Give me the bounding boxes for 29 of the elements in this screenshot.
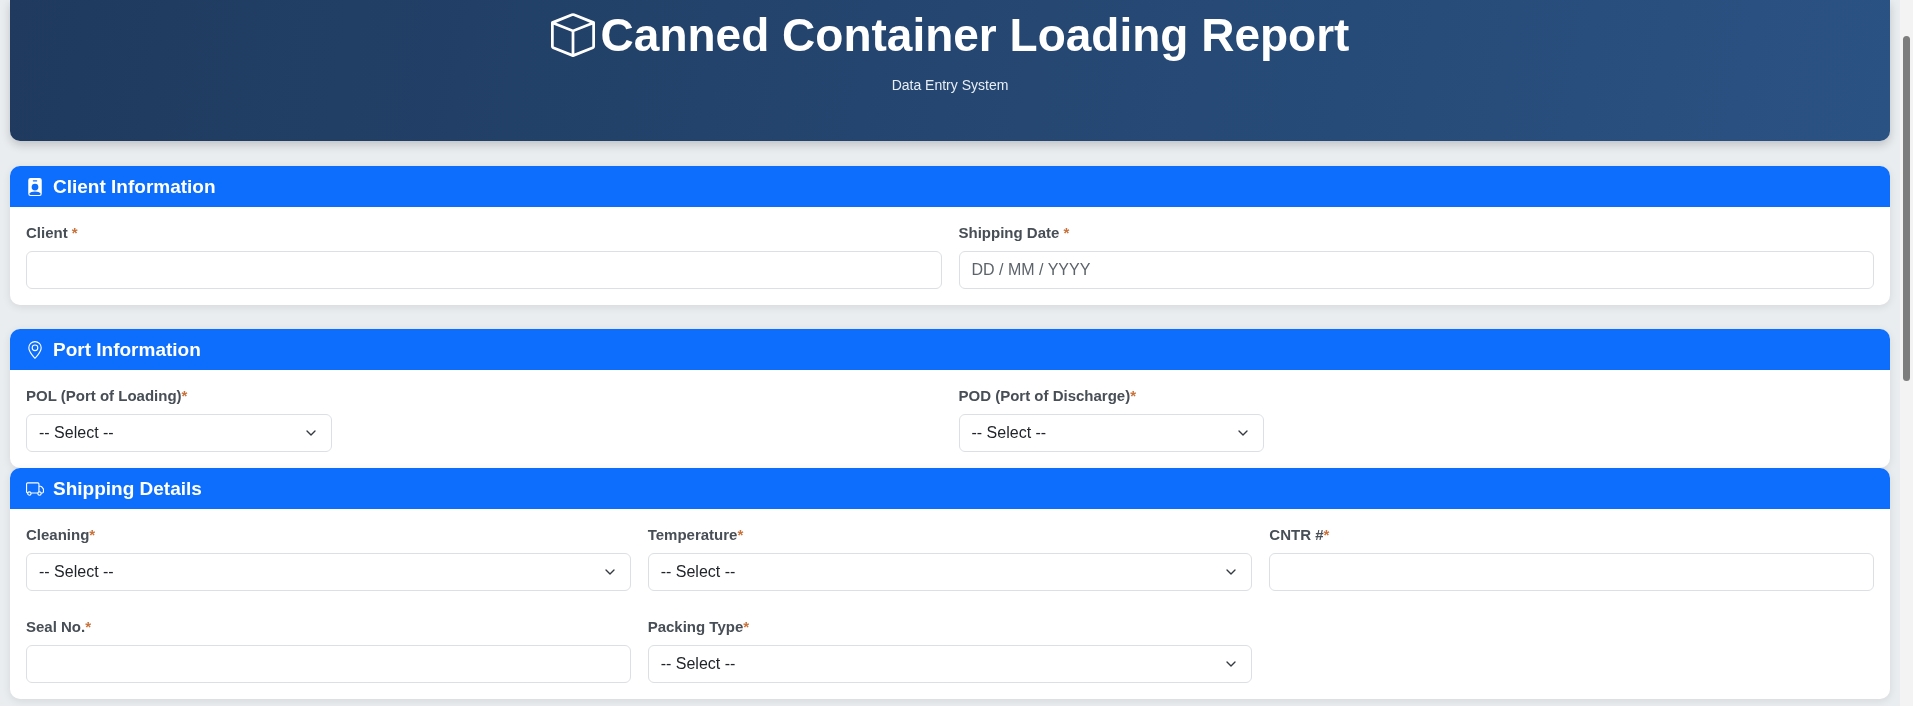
select-field[interactable]: -- Select -- [647, 645, 1253, 683]
page-subtitle: Data Entry System [891, 76, 1009, 95]
field-label: Shipping Date * [958, 223, 1071, 243]
person-badge-icon [26, 177, 44, 196]
scrollbar-thumb[interactable] [1903, 36, 1910, 381]
field-label: Client * [26, 223, 79, 243]
select-field[interactable]: -- Select -- [26, 553, 631, 591]
select-field[interactable]: -- Select -- [958, 414, 1265, 452]
field-label: Packing Type* [647, 617, 751, 637]
scrollbar[interactable] [1900, 0, 1913, 706]
date-field[interactable]: DD / MM / YYYY [958, 251, 1874, 289]
select-field[interactable]: -- Select -- [26, 414, 332, 452]
field-label: POD (Port of Discharge)* [958, 386, 1138, 406]
field-label: Cleaning* [26, 525, 97, 545]
field-label: POL (Port of Loading)* [26, 386, 189, 406]
field-label: Temperature* [647, 525, 745, 545]
section-title: Port Information [53, 338, 201, 361]
field-label: CNTR #* [1269, 525, 1331, 545]
field-label: Seal No.* [26, 617, 93, 637]
section-title: Client Information [53, 175, 216, 198]
section-title: Shipping Details [53, 477, 202, 500]
page-title: Canned Container Loading Report [600, 8, 1350, 62]
select-field[interactable]: -- Select -- [647, 553, 1253, 591]
text-field[interactable] [1269, 553, 1874, 591]
map-pin-icon [26, 340, 44, 359]
truck-icon [26, 479, 44, 498]
text-field[interactable] [26, 645, 631, 683]
box-icon [550, 13, 595, 57]
text-field[interactable] [26, 251, 942, 289]
